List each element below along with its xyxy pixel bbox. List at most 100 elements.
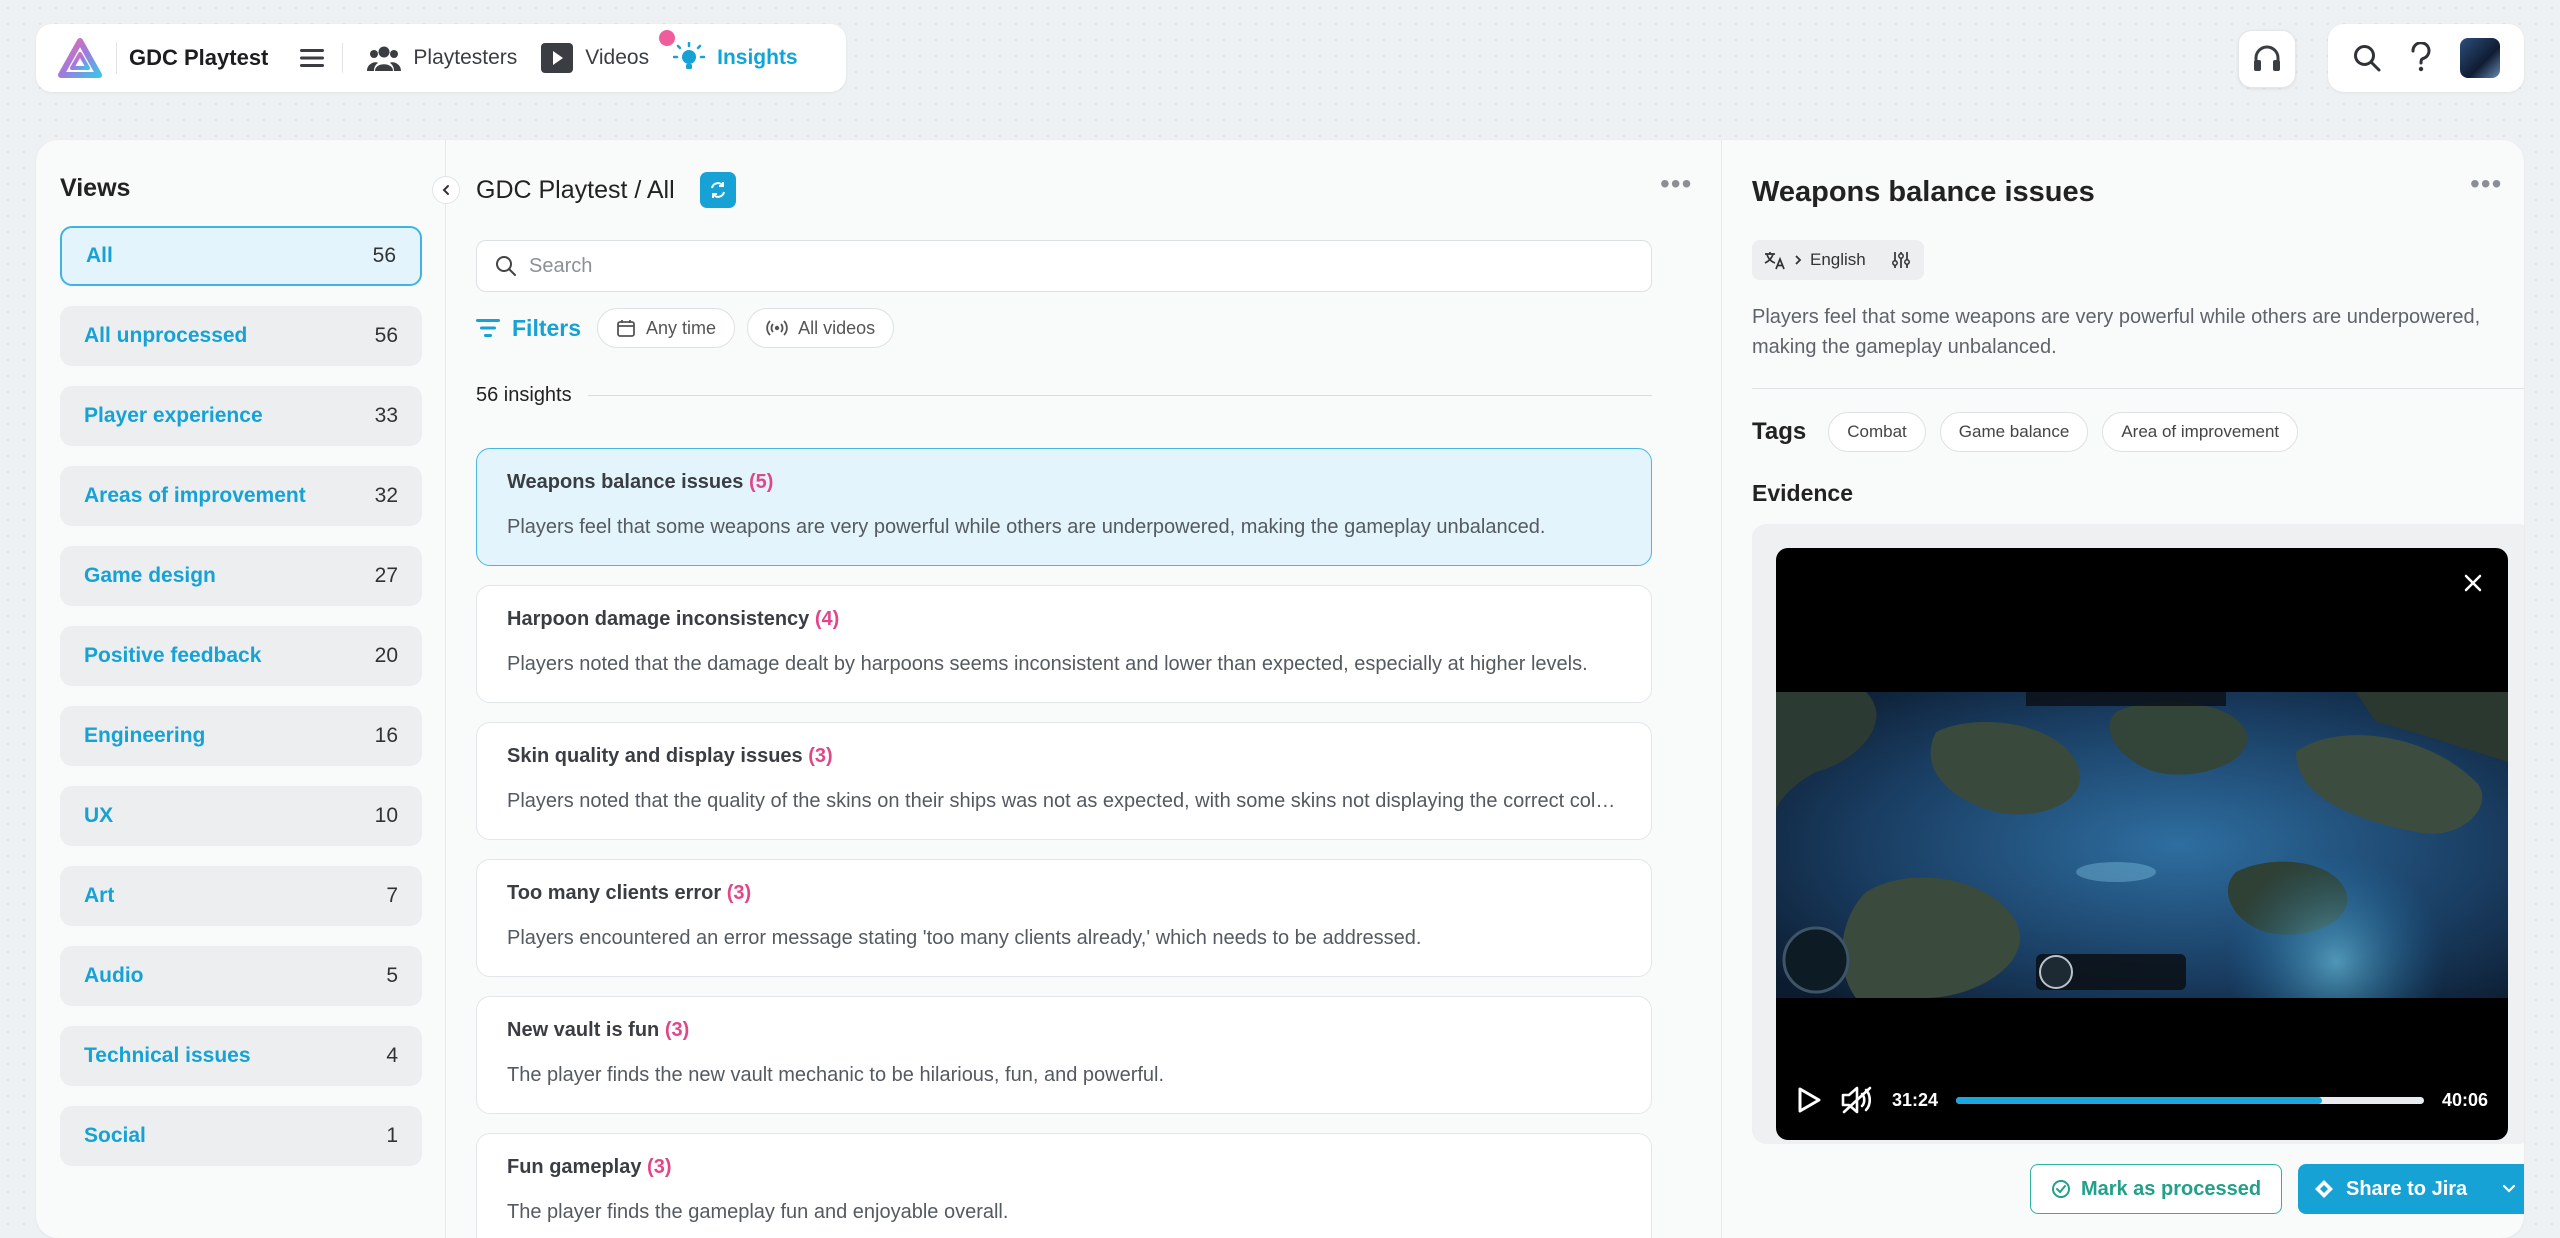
insight-card[interactable]: Weapons balance issues (5) Players feel …: [476, 448, 1652, 566]
insight-title: New vault is fun: [507, 1019, 660, 1041]
tag[interactable]: Combat: [1828, 412, 1926, 452]
insight-title: Too many clients error: [507, 882, 722, 904]
view-item-game-design[interactable]: Game design 27: [60, 546, 422, 606]
insight-detail-description: Players feel that some weapons are very …: [1752, 306, 2481, 358]
nav-insights[interactable]: Insights: [673, 36, 798, 80]
close-icon[interactable]: [2460, 570, 2486, 596]
nav-label: Videos: [585, 46, 650, 69]
video-frame: [1776, 692, 2508, 998]
app-logo[interactable]: [56, 34, 104, 82]
chevron-down-icon[interactable]: [2502, 1184, 2516, 1194]
help-icon[interactable]: [2409, 42, 2433, 74]
search-icon[interactable]: [2352, 43, 2382, 73]
search-bar[interactable]: [476, 240, 1652, 292]
insight-count-row: 56 insights: [476, 384, 1652, 407]
view-item-art[interactable]: Art 7: [60, 866, 422, 926]
view-label: Game design: [84, 564, 216, 587]
view-item-areas-of-improvement[interactable]: Areas of improvement 32: [60, 466, 422, 526]
sync-button[interactable]: [700, 172, 736, 208]
insight-title-row: Too many clients error (3): [507, 882, 1621, 905]
view-label: Positive feedback: [84, 644, 262, 667]
evidence-label: Evidence: [1752, 480, 1853, 506]
sliders-icon[interactable]: [1890, 250, 1912, 270]
tag[interactable]: Area of improvement: [2102, 412, 2299, 452]
insight-description: Players noted that the quality of the sk…: [507, 790, 1621, 812]
more-options-icon[interactable]: •••: [1660, 168, 1692, 200]
headset-button[interactable]: [2238, 30, 2296, 88]
any-time-filter[interactable]: Any time: [597, 308, 736, 348]
avatar[interactable]: [2460, 38, 2501, 78]
view-count: 56: [374, 324, 398, 347]
tag[interactable]: Game balance: [1939, 412, 2089, 452]
view-count: 4: [386, 1044, 398, 1067]
menu-icon[interactable]: [292, 38, 332, 78]
more-options-icon[interactable]: •••: [2470, 168, 2502, 200]
share-to-jira-button[interactable]: Share to Jira: [2298, 1164, 2524, 1214]
video-progress-bar[interactable]: [1956, 1096, 2424, 1104]
current-time: 31:24: [1892, 1089, 1939, 1110]
view-item-engineering[interactable]: Engineering 16: [60, 706, 422, 766]
all-videos-filter[interactable]: All videos: [747, 308, 895, 348]
filters-button[interactable]: Filters: [476, 315, 581, 342]
filters-row: Filters Any time All videos: [476, 308, 895, 348]
insight-card[interactable]: Harpoon damage inconsistency (4) Players…: [476, 585, 1652, 703]
broadcast-icon: [766, 320, 788, 336]
jira-icon: [2315, 1180, 2333, 1198]
nav-playtesters[interactable]: Playtesters: [367, 36, 517, 80]
view-label: Player experience: [84, 404, 263, 427]
view-count: 16: [374, 724, 398, 747]
view-item-social[interactable]: Social 1: [60, 1106, 422, 1166]
breadcrumb: GDC Playtest / All: [476, 176, 675, 204]
refresh-icon: [711, 182, 725, 198]
lightbulb-icon: [673, 42, 706, 69]
view-item-technical-issues[interactable]: Technical issues 4: [60, 1026, 422, 1086]
video-player[interactable]: 31:24 40:06: [1776, 548, 2508, 1140]
top-nav: GDC Playtest Playtesters Videos Insights: [36, 24, 846, 92]
insight-card[interactable]: Fun gameplay (3) The player finds the ga…: [476, 1133, 1652, 1238]
divider: [587, 395, 1652, 396]
insight-card[interactable]: Too many clients error (3) Players encou…: [476, 859, 1652, 977]
search-input[interactable]: [529, 254, 1633, 278]
view-label: Areas of improvement: [84, 484, 306, 507]
calendar-icon: [617, 320, 635, 337]
view-count: 20: [374, 644, 398, 667]
views-list: All 56 All unprocessed 56 Player experienc…: [60, 226, 422, 1186]
insight-title: Harpoon damage inconsistency: [507, 608, 810, 630]
view-label: All: [86, 244, 113, 267]
insight-count: 56 insights: [476, 384, 572, 406]
view-count: 33: [374, 404, 398, 427]
share-label: Share to Jira: [2346, 1177, 2468, 1200]
view-item-ux[interactable]: UX 10: [60, 786, 422, 846]
top-tools: [2328, 24, 2524, 92]
nav-videos[interactable]: Videos: [541, 30, 676, 80]
mute-icon[interactable]: [1840, 1085, 1874, 1115]
view-label: Social: [84, 1124, 146, 1147]
insight-description: Players encountered an error message sta…: [507, 927, 1422, 949]
insight-count-badge: (3): [647, 1156, 672, 1178]
insight-description: Players noted that the damage dealt by h…: [507, 653, 1588, 675]
chip-label: Any time: [646, 317, 717, 338]
view-item-positive-feedback[interactable]: Positive feedback 20: [60, 626, 422, 686]
filter-icon: [476, 319, 500, 337]
view-label: Engineering: [84, 724, 206, 747]
view-count: 56: [372, 244, 396, 267]
chevron-right-icon: [1795, 255, 1802, 265]
insight-card[interactable]: Skin quality and display issues (3) Play…: [476, 722, 1652, 840]
insight-count-badge: (3): [808, 745, 833, 767]
insight-title: Skin quality and display issues: [507, 745, 803, 767]
play-icon[interactable]: [1796, 1086, 1822, 1114]
view-item-player-experience[interactable]: Player experience 33: [60, 386, 422, 446]
view-item-all-unprocessed[interactable]: All unprocessed 56: [60, 306, 422, 366]
view-item-audio[interactable]: Audio 5: [60, 946, 422, 1006]
insight-count-badge: (5): [748, 471, 774, 493]
translate-button[interactable]: English: [1752, 240, 1924, 280]
insight-card[interactable]: New vault is fun (3) The player finds th…: [476, 996, 1652, 1114]
chip-label: All videos: [798, 317, 876, 338]
divider: [1752, 388, 2524, 389]
video-progress-fill: [1956, 1096, 2323, 1104]
collapse-sidebar-button[interactable]: [432, 176, 460, 204]
mark-as-processed-button[interactable]: Mark as processed: [2030, 1164, 2282, 1214]
view-item-all[interactable]: All 56: [60, 226, 422, 286]
view-label: Technical issues: [84, 1044, 251, 1067]
insight-description: The player finds the new vault mechanic …: [507, 1064, 1165, 1086]
